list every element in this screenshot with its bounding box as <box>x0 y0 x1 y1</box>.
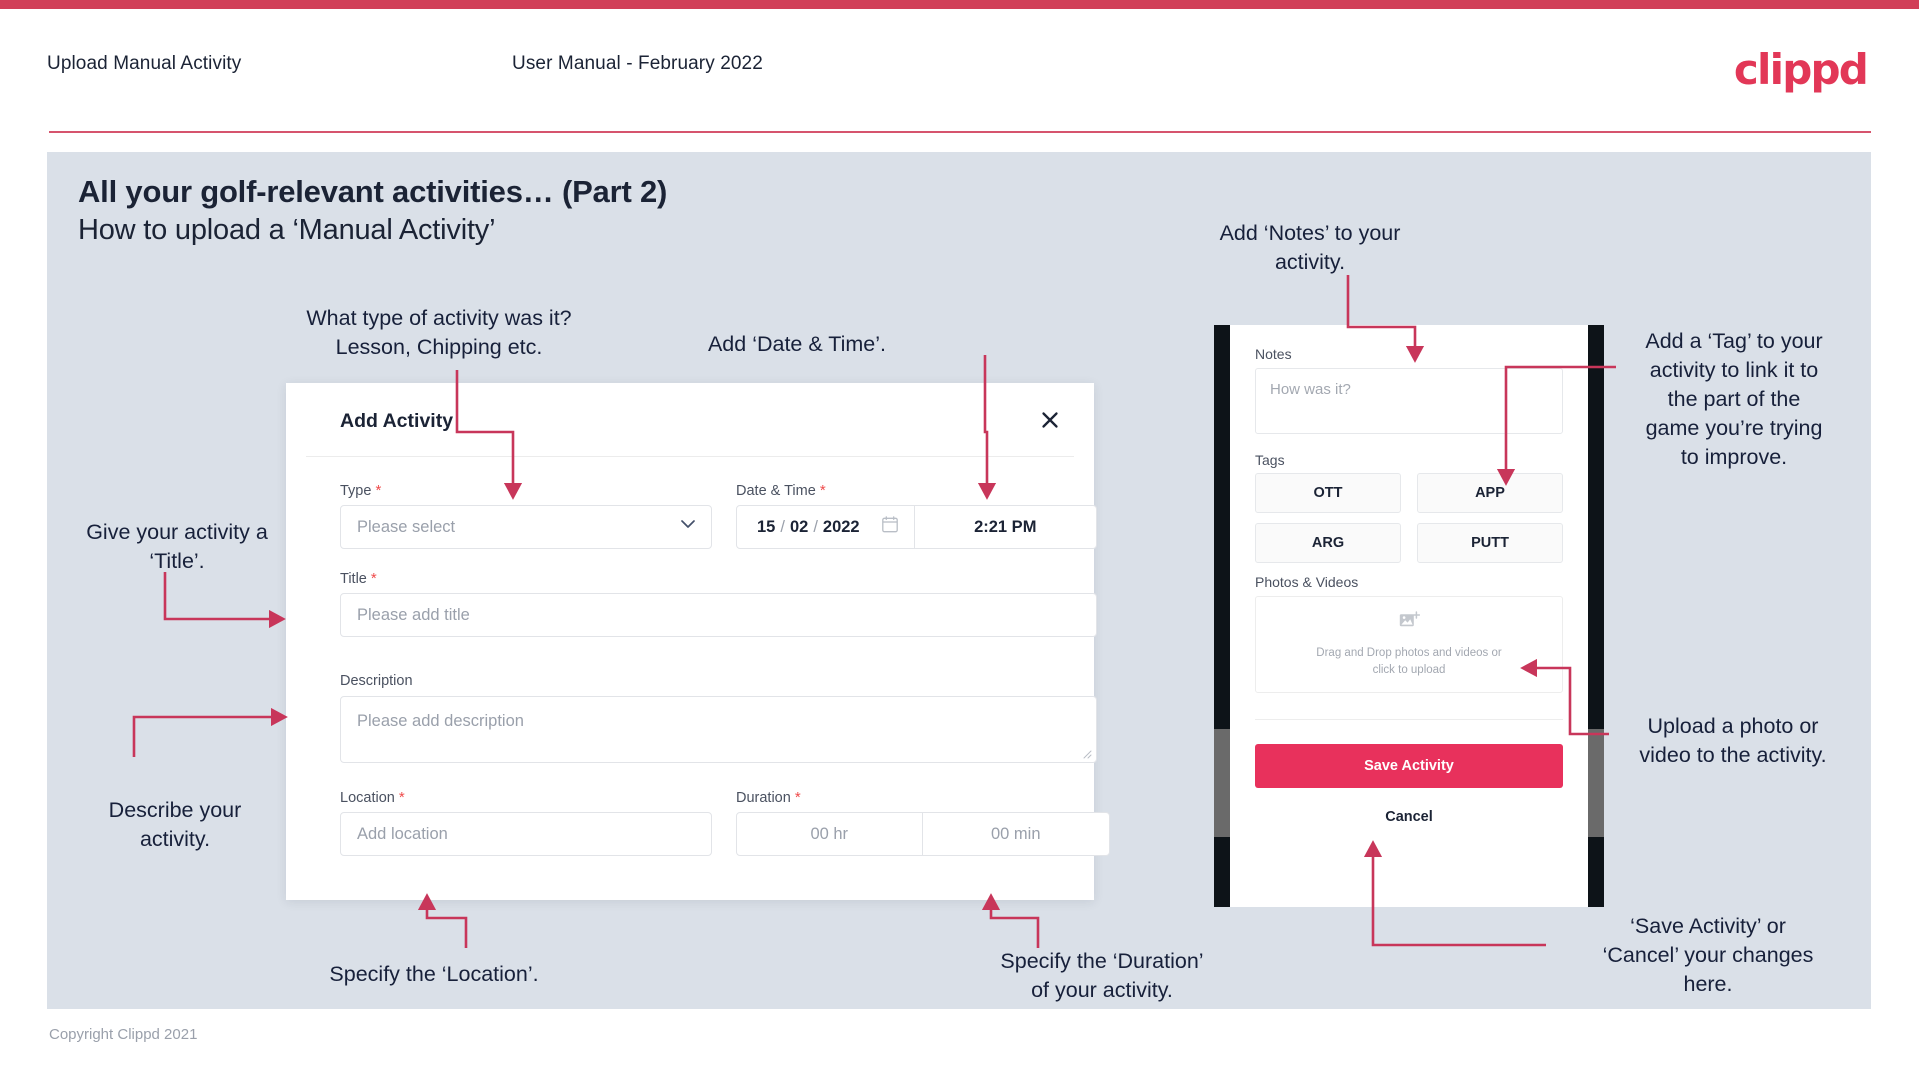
date-day: 15 <box>757 517 776 536</box>
dialog-title: Add Activity <box>340 410 454 432</box>
date-sep-2: / <box>813 517 818 536</box>
title-input[interactable]: Please add title <box>340 593 1097 637</box>
duration-label-text: Duration <box>736 790 791 806</box>
location-label: Location * <box>340 789 405 806</box>
resize-grip-icon[interactable] <box>1082 749 1093 760</box>
date-month: 02 <box>789 517 809 536</box>
description-label-text: Description <box>340 673 413 689</box>
type-required-mark: * <box>375 482 382 499</box>
datetime-label: Date & Time * <box>736 482 826 499</box>
tags-label: Tags <box>1255 452 1285 468</box>
cancel-button[interactable]: Cancel <box>1255 803 1563 831</box>
clippd-logo: clippd <box>1733 45 1869 94</box>
type-label: Type * <box>340 482 381 499</box>
annotation-upload: Upload a photo or video to the activity. <box>1639 714 1827 767</box>
tag-label: OTT <box>1313 485 1343 501</box>
phone-divider <box>1255 719 1563 720</box>
annotation-save-cancel: ‘Save Activity’ or ‘Cancel’ your changes… <box>1602 914 1814 996</box>
date-year: 2022 <box>822 517 860 536</box>
add-activity-dialog: Add Activity Type * Please select Date &… <box>286 383 1110 900</box>
header-divider <box>49 131 1871 133</box>
page-header: Upload Manual Activity User Manual - Feb… <box>0 9 1919 133</box>
datetime-label-text: Date & Time <box>736 483 816 499</box>
location-required-mark: * <box>398 789 405 806</box>
phone-mockup: Notes How was it? Tags OTT APP ARG PUTT … <box>1214 325 1604 907</box>
location-label-text: Location <box>340 790 395 806</box>
annotation-notes: Add ‘Notes’ to your activity. <box>1219 221 1401 274</box>
close-icon[interactable] <box>1033 403 1067 437</box>
location-input[interactable]: Add location <box>340 812 712 856</box>
add-image-icon <box>1399 610 1420 636</box>
duration-hours-placeholder: 00 hr <box>810 824 849 843</box>
datetime-required-mark: * <box>819 482 826 499</box>
cancel-label: Cancel <box>1385 809 1433 825</box>
type-placeholder: Please select <box>357 517 456 536</box>
annotation-duration: Specify the ‘Duration’ of your activity. <box>1000 949 1204 1002</box>
annotation-tags: Add a ‘Tag’ to your activity to link it … <box>1645 329 1823 469</box>
tag-label: ARG <box>1311 535 1345 551</box>
calendar-icon[interactable] <box>881 516 898 538</box>
time-value: 2:21 PM <box>974 517 1037 536</box>
photos-label: Photos & Videos <box>1255 574 1359 590</box>
slide-page: Upload Manual Activity User Manual - Feb… <box>0 0 1919 1079</box>
duration-hours-input[interactable]: 00 hr <box>737 813 923 855</box>
tag-button-arg[interactable]: ARG <box>1255 523 1401 563</box>
dropzone-line-1: Drag and Drop photos and videos or <box>1316 646 1502 659</box>
notes-placeholder: How was it? <box>1270 381 1351 398</box>
dialog-divider <box>306 456 1074 457</box>
slide-subtitle: How to upload a ‘Manual Activity’ <box>78 214 496 246</box>
annotation-title: Give your activity a ‘Title’. <box>86 520 268 573</box>
duration-field[interactable]: 00 hr 00 min <box>736 812 1110 856</box>
annotation-type: What type of activity was it? Lesson, Ch… <box>306 306 572 359</box>
header-left-title: Upload Manual Activity <box>47 53 242 74</box>
slide-title: All your golf-relevant activities… (Part… <box>78 174 668 209</box>
title-required-mark: * <box>370 570 377 587</box>
title-placeholder: Please add title <box>357 605 470 624</box>
title-label-text: Title <box>340 571 367 587</box>
duration-minutes-placeholder: 00 min <box>990 824 1041 843</box>
save-activity-label: Save Activity <box>1364 758 1454 774</box>
date-input[interactable]: 15 / 02 / 2022 <box>737 506 915 548</box>
time-input[interactable]: 2:21 PM <box>915 506 1096 548</box>
tag-button-ott[interactable]: OTT <box>1255 473 1401 513</box>
location-placeholder: Add location <box>357 824 448 843</box>
header-center-title: User Manual - February 2022 <box>512 53 763 74</box>
notes-textarea[interactable]: How was it? <box>1255 368 1563 434</box>
description-label: Description <box>340 673 413 689</box>
chevron-down-icon <box>681 520 695 534</box>
type-label-text: Type <box>340 483 372 499</box>
datetime-field[interactable]: 15 / 02 / 2022 2:21 PM <box>736 505 1097 549</box>
photo-dropzone[interactable]: Drag and Drop photos and videos or click… <box>1255 596 1563 693</box>
phone-screen: Notes How was it? Tags OTT APP ARG PUTT … <box>1230 325 1588 907</box>
dropzone-line-2: click to upload <box>1372 663 1446 676</box>
copyright-text: Copyright Clippd 2021 <box>49 1026 198 1043</box>
phone-button-left <box>1214 729 1230 837</box>
notes-label: Notes <box>1255 346 1292 362</box>
top-accent-bar <box>0 0 1919 9</box>
duration-required-mark: * <box>794 789 801 806</box>
phone-button-right <box>1588 729 1604 837</box>
date-sep-1: / <box>780 517 785 536</box>
description-placeholder: Please add description <box>357 712 524 730</box>
annotation-description: Describe your activity. <box>108 798 242 851</box>
duration-minutes-input[interactable]: 00 min <box>923 813 1110 855</box>
save-activity-button[interactable]: Save Activity <box>1255 744 1563 788</box>
tag-button-putt[interactable]: PUTT <box>1417 523 1563 563</box>
description-textarea[interactable]: Please add description <box>340 696 1097 763</box>
duration-label: Duration * <box>736 789 801 806</box>
tag-button-app[interactable]: APP <box>1417 473 1563 513</box>
annotation-location: Specify the ‘Location’. <box>329 962 539 986</box>
annotation-datetime: Add ‘Date & Time’. <box>707 332 887 356</box>
type-select[interactable]: Please select <box>340 505 712 549</box>
tag-label: APP <box>1475 485 1505 501</box>
title-label: Title * <box>340 570 377 587</box>
tag-label: PUTT <box>1471 535 1509 551</box>
